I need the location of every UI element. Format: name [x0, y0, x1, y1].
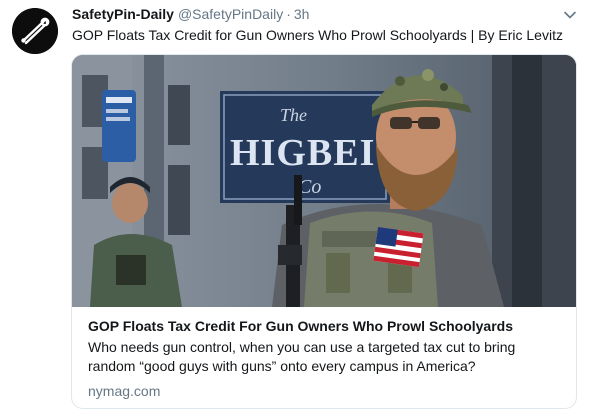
- card-description-line-2: random “good guys with guns” onto every …: [88, 358, 476, 374]
- avatar[interactable]: [12, 8, 58, 54]
- card-body[interactable]: GOP Floats Tax Credit For Gun Owners Who…: [72, 307, 576, 408]
- card-description: Who needs gun control, when you can use …: [88, 338, 560, 376]
- sign-text-main: HIGBEI: [230, 132, 375, 174]
- card-description-line-1: Who needs gun control, when you can use …: [88, 339, 516, 355]
- safety-pin-icon: [12, 8, 58, 54]
- card-title[interactable]: GOP Floats Tax Credit For Gun Owners Who…: [88, 317, 560, 335]
- link-card[interactable]: The HIGBEI Co GOP Floats Tax Credit For …: [71, 54, 577, 409]
- sign-text-top: The: [280, 105, 307, 125]
- tweet-text: GOP Floats Tax Credit for Gun Owners Who…: [72, 27, 563, 43]
- separator-dot: ·: [286, 6, 291, 22]
- display-name[interactable]: SafetyPin-Daily: [72, 6, 174, 22]
- user-handle[interactable]: @SafetyPinDaily: [178, 6, 283, 22]
- card-image[interactable]: The HIGBEI Co: [72, 55, 576, 307]
- tweet-header: SafetyPin-Daily @SafetyPinDaily · 3h: [72, 6, 569, 26]
- tweet[interactable]: SafetyPin-Daily @SafetyPinDaily · 3h GOP…: [0, 0, 599, 417]
- card-domain[interactable]: nymag.com: [88, 382, 560, 400]
- tweet-timestamp[interactable]: 3h: [294, 6, 310, 22]
- chevron-down-icon[interactable]: [563, 8, 577, 22]
